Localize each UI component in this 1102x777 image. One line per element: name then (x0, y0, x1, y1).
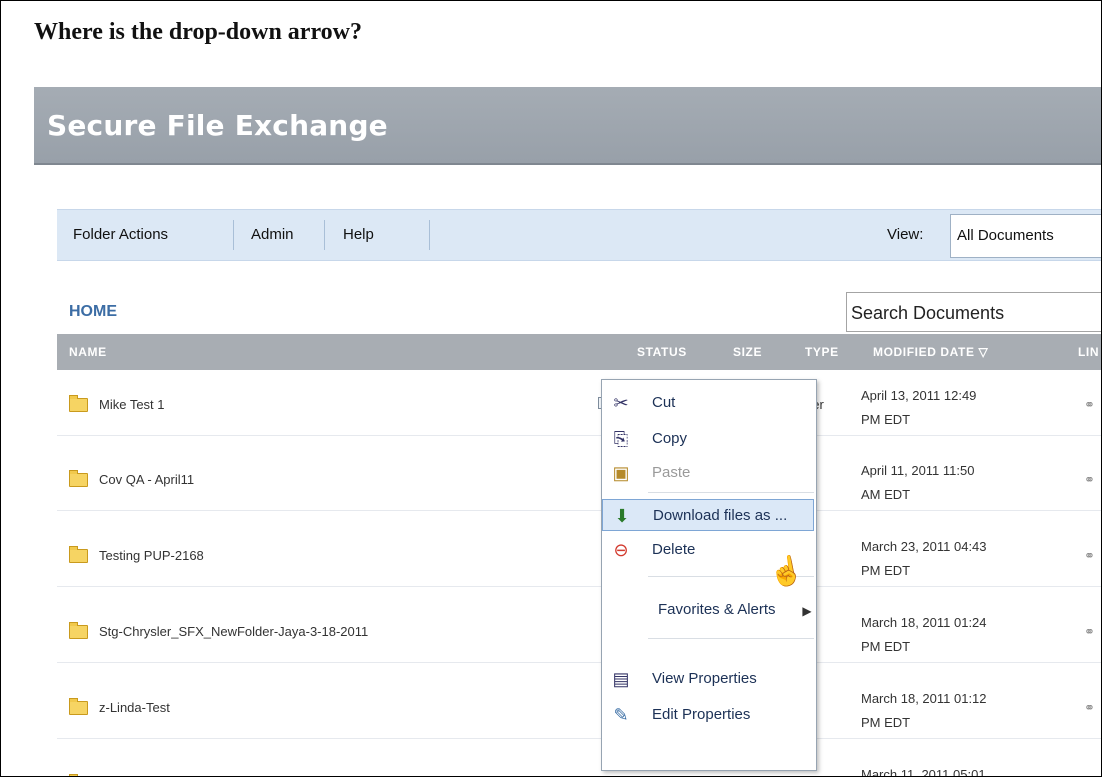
menu-item-copy[interactable]: ⎘ Copy (602, 423, 816, 455)
menu-item-paste[interactable]: ▣ Paste (602, 457, 816, 489)
menu-label: Delete (652, 541, 696, 558)
row-date: April 13, 2011 12:49 PM EDT (861, 388, 977, 427)
breadcrumb-home[interactable]: HOME (69, 303, 117, 321)
menu-item-favorites[interactable]: Favorites & Alerts ▶ (602, 594, 816, 626)
link-icon[interactable]: ⚭ (1084, 397, 1095, 413)
header-type[interactable]: TYPE (805, 345, 839, 359)
menu-label: Download files as ... (653, 507, 788, 524)
row-date: March 23, 2011 04:43 PM EDT (861, 539, 987, 578)
row-name[interactable]: Testing PUP-2168 (99, 548, 204, 563)
header-link[interactable]: LIN (1078, 345, 1099, 359)
screenshot-frame: Where is the drop-down arrow? Secure Fil… (0, 0, 1102, 777)
menu-item-edit-properties[interactable]: ✎ Edit Properties (602, 699, 816, 731)
menu-label: Edit Properties (652, 706, 751, 723)
menu-label: View Properties (652, 670, 757, 687)
download-icon: ⬇ (614, 506, 630, 526)
folder-icon (69, 698, 88, 715)
table-row[interactable]: March 11, 2011 05:01 ⚭ (57, 750, 1101, 777)
folder-icon (69, 395, 88, 412)
row-name[interactable]: Mike Test 1 (99, 397, 165, 412)
menu-separator (324, 220, 325, 250)
question-text: Where is the drop-down arrow? (34, 19, 363, 45)
table-row[interactable]: Testing PUP-2168 lder March 23, 2011 04:… (57, 522, 1101, 587)
search-input-value: Search Documents (851, 303, 1005, 323)
link-icon[interactable]: ⚭ (1084, 624, 1095, 640)
table-row[interactable]: Stg-Chrysler_SFX_NewFolder-Jaya-3-18-201… (57, 598, 1101, 663)
scissors-icon: ✂ (613, 393, 629, 413)
header-name[interactable]: NAME (69, 345, 107, 359)
view-select[interactable]: All Documents (950, 214, 1101, 258)
menu-help[interactable]: Help (343, 226, 374, 243)
menu-divider (648, 638, 814, 639)
menu-divider (648, 492, 814, 493)
folder-icon (69, 546, 88, 563)
table-row[interactable]: Cov QA - April11 lder April 11, 2011 11:… (57, 446, 1101, 511)
chevron-right-icon: ▶ (802, 604, 812, 618)
link-icon[interactable]: ⚭ (1084, 548, 1095, 564)
row-date: March 18, 2011 01:12 PM EDT (861, 691, 987, 730)
paste-icon: ▣ (612, 463, 630, 483)
delete-icon: ⊖ (613, 540, 629, 560)
app-title: Secure File Exchange (47, 109, 388, 142)
menu-admin[interactable]: Admin (251, 226, 294, 243)
app-banner: Secure File Exchange (34, 87, 1101, 165)
view-label: View: (887, 226, 924, 243)
link-icon[interactable]: ⚭ (1084, 700, 1095, 716)
menu-label: Favorites & Alerts (658, 601, 776, 618)
row-date: March 11, 2011 05:01 (861, 767, 986, 777)
table-row[interactable]: z-Linda-Test lder March 18, 2011 01:12PM… (57, 674, 1101, 739)
copy-icon: ⎘ (613, 429, 629, 449)
row-date: March 18, 2011 01:24 PM EDT (861, 615, 987, 654)
hand-cursor-icon: ☝ (766, 553, 807, 590)
edit-properties-icon: ✎ (613, 705, 629, 725)
menu-label: Paste (652, 464, 691, 481)
menu-label: Cut (652, 394, 676, 411)
row-name[interactable]: Stg-Chrysler_SFX_NewFolder-Jaya-3-18-201… (99, 624, 368, 639)
row-name[interactable]: z-Linda-Test (99, 700, 170, 715)
view-properties-icon: ▤ (612, 669, 630, 689)
view-select-value: All Documents (957, 227, 1054, 244)
table-header: NAME STATUS SIZE TYPE MODIFIED DATE ▽ LI… (57, 334, 1101, 370)
menu-folder-actions[interactable]: Folder Actions (73, 226, 168, 243)
table-row[interactable]: Mike Test 1 Folder April 13, 2011 12:49P… (57, 371, 1101, 436)
folder-icon (69, 470, 88, 487)
search-input[interactable]: Search Documents (846, 292, 1101, 332)
folder-icon (69, 622, 88, 639)
menu-item-download[interactable]: ⬇ Download files as ... (602, 499, 814, 531)
row-name[interactable]: Cov QA - April11 (99, 472, 194, 487)
menu-item-cut[interactable]: ✂ Cut (602, 387, 816, 419)
header-modified-date[interactable]: MODIFIED DATE ▽ (873, 345, 988, 359)
menu-label: Copy (652, 430, 688, 447)
menu-bar: Folder Actions Admin Help View: All Docu… (57, 209, 1101, 261)
menu-separator (429, 220, 430, 250)
link-icon[interactable]: ⚭ (1084, 472, 1095, 488)
menu-separator (233, 220, 234, 250)
menu-item-view-properties[interactable]: ▤ View Properties (602, 663, 816, 695)
header-size[interactable]: SIZE (733, 345, 762, 359)
row-date: April 11, 2011 11:50 AM EDT (861, 463, 975, 502)
header-status[interactable]: STATUS (637, 345, 687, 359)
